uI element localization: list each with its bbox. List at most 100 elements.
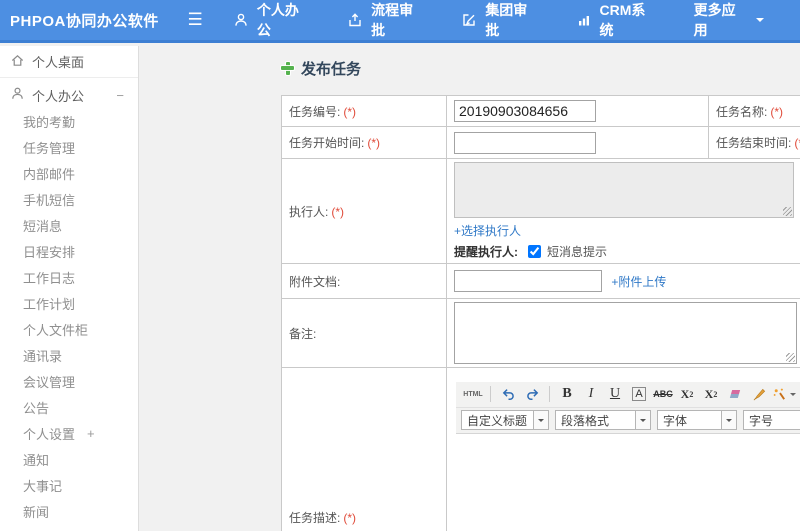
nav-label: 更多应用: [693, 2, 736, 38]
underline-button[interactable]: U: [604, 384, 626, 404]
editor-toolbar-row1: HTML B I U A ABC X 2 X 2: [456, 381, 800, 408]
hamburger-icon[interactable]: ☰: [175, 10, 214, 30]
undo-icon[interactable]: [497, 384, 519, 404]
caret-down-icon: [635, 410, 651, 430]
remind-executor-label: 提醒执行人:: [454, 245, 518, 259]
italic-button[interactable]: I: [580, 384, 602, 404]
group-approval-icon: [461, 12, 477, 28]
redo-icon[interactable]: [521, 384, 543, 404]
user-icon: [233, 12, 249, 28]
sidebar-item-personal-office[interactable]: 个人办公 −: [0, 82, 138, 108]
sidebar-item-announcement[interactable]: 公告: [0, 394, 138, 420]
font-size-select[interactable]: 字号: [743, 410, 800, 430]
attachment-upload-link[interactable]: +附件上传: [611, 275, 666, 289]
sidebar-item-memorabilia[interactable]: 大事记: [0, 472, 138, 498]
resize-grip[interactable]: [786, 353, 795, 362]
nav-group-approval[interactable]: 集团审批: [461, 0, 539, 40]
task-no-input[interactable]: [454, 100, 596, 122]
sidebar-item-personal-files[interactable]: 个人文件柜: [0, 316, 138, 342]
table-row: 附件文档: +附件上传: [281, 263, 800, 299]
start-time-label: 任务开始时间: (*): [281, 126, 447, 159]
caret-down-icon: [533, 410, 549, 430]
page-title: 发布任务: [281, 58, 800, 78]
main-content: 发布任务 任务编号:(*) 任务名称:(*) 任务开始时间:(*): [140, 46, 800, 531]
font-button[interactable]: A: [632, 387, 646, 401]
subscript-button[interactable]: X2: [700, 384, 722, 404]
start-time-input[interactable]: [454, 131, 596, 154]
sidebar-item-task-management[interactable]: 任务管理: [0, 134, 138, 160]
font-family-select[interactable]: 字体: [657, 410, 737, 430]
add-plus-icon: [281, 61, 294, 75]
top-navigation: 个人办公 流程审批 集团审批 CRM系统 更多应用: [233, 0, 800, 40]
executor-textarea[interactable]: [454, 162, 794, 218]
user-icon: [10, 86, 25, 104]
sidebar-item-internal-mail[interactable]: 内部邮件: [0, 160, 138, 186]
paragraph-format-select[interactable]: 段落格式: [555, 410, 651, 430]
executor-label: 执行人: (*): [281, 158, 447, 264]
resize-grip[interactable]: [783, 207, 792, 216]
nav-flow-approval[interactable]: 流程审批: [347, 0, 425, 40]
custom-title-select[interactable]: 自定义标题: [461, 410, 549, 430]
nav-label: CRM系统: [599, 2, 646, 38]
home-icon: [10, 53, 25, 71]
flow-approval-icon: [347, 12, 363, 28]
expand-plus-icon[interactable]: +: [87, 426, 95, 441]
sidebar-item-schedule[interactable]: 日程安排: [0, 238, 138, 264]
sms-tip-label: 短消息提示: [547, 245, 608, 259]
magic-wand-icon[interactable]: [772, 384, 796, 404]
page-title-text: 发布任务: [301, 60, 362, 78]
sidebar-item-news[interactable]: 新闻: [0, 498, 138, 524]
nav-crm-system[interactable]: CRM系统: [576, 0, 658, 40]
attachment-input[interactable]: [454, 270, 602, 292]
app-logo: PHPOA协同办公软件: [10, 12, 159, 30]
nav-label: 个人办公: [256, 2, 299, 38]
format-brush-icon[interactable]: [748, 384, 770, 404]
table-row: 任务描述: (*) HTML B I U A ABC X 2 X 2 自定义标题…: [281, 367, 800, 531]
remark-textarea[interactable]: [454, 302, 797, 364]
caret-down-icon: [721, 410, 737, 430]
remark-label: 备注:: [281, 298, 447, 368]
bold-button[interactable]: B: [556, 384, 578, 404]
task-no-label: 任务编号: (*): [281, 95, 447, 127]
sidebar-item-personal-desktop[interactable]: 个人桌面: [0, 46, 138, 78]
html-source-button[interactable]: HTML: [462, 384, 484, 404]
sidebar-item-short-message[interactable]: 短消息: [0, 212, 138, 238]
sidebar-item-personal-settings[interactable]: 个人设置 +: [0, 420, 138, 446]
eraser-icon[interactable]: [724, 384, 746, 404]
table-row: 执行人: (*) +选择执行人 提醒执行人: 短消息提示: [281, 158, 800, 264]
rich-text-editor: HTML B I U A ABC X 2 X 2 自定义标题 段落格式 字体 字…: [456, 381, 800, 531]
nav-label: 流程审批: [371, 2, 414, 38]
task-desc-label: 任务描述: (*): [281, 367, 447, 531]
strikethrough-button[interactable]: ABC: [652, 384, 674, 404]
choose-executor-link[interactable]: +选择执行人: [454, 224, 521, 238]
sidebar-item-mobile-sms[interactable]: 手机短信: [0, 186, 138, 212]
sms-tip-checkbox[interactable]: [528, 245, 541, 258]
crm-chart-icon: [576, 12, 592, 28]
sidebar: 个人桌面 个人办公 − 我的考勤 任务管理 内部邮件 手机短信 短消息 日程安排…: [0, 46, 139, 531]
task-name-label: 任务名称: (*): [708, 95, 800, 127]
sidebar-item-work-plan[interactable]: 工作计划: [0, 290, 138, 316]
table-row: 任务编号:(*) 任务名称:(*): [281, 95, 800, 127]
sidebar-item-my-attendance[interactable]: 我的考勤: [0, 108, 138, 134]
superscript-button[interactable]: X2: [676, 384, 698, 404]
sidebar-item-notice[interactable]: 通知: [0, 446, 138, 472]
caret-down-icon: [790, 393, 796, 399]
sidebar-item-contacts[interactable]: 通讯录: [0, 342, 138, 368]
editor-content-area[interactable]: [456, 433, 800, 531]
sidebar-item-meeting-management[interactable]: 会议管理: [0, 368, 138, 394]
table-row: 备注:: [281, 298, 800, 368]
attachment-label: 附件文档:: [281, 263, 447, 299]
caret-down-icon: [756, 18, 764, 26]
sidebar-item-label: 个人桌面: [32, 55, 85, 70]
editor-toolbar-row2: 自定义标题 段落格式 字体 字号: [456, 407, 800, 434]
collapse-minus-icon[interactable]: −: [116, 88, 124, 103]
nav-more-apps[interactable]: 更多应用: [694, 0, 764, 40]
sidebar-item-label: 个人办公: [32, 88, 85, 104]
nav-personal-office[interactable]: 个人办公: [233, 0, 311, 40]
topbar: PHPOA协同办公软件 ☰ 个人办公 流程审批 集团审批 CRM系统 更多应用: [0, 0, 800, 43]
table-row: 任务开始时间:(*) 任务结束时间:(*): [281, 126, 800, 159]
nav-label: 集团审批: [485, 2, 528, 38]
publish-task-form: 任务编号:(*) 任务名称:(*) 任务开始时间:(*) 任务结束时间:(*): [281, 95, 800, 531]
end-time-label: 任务结束时间:(*): [708, 126, 800, 159]
sidebar-item-work-diary[interactable]: 工作日志: [0, 264, 138, 290]
